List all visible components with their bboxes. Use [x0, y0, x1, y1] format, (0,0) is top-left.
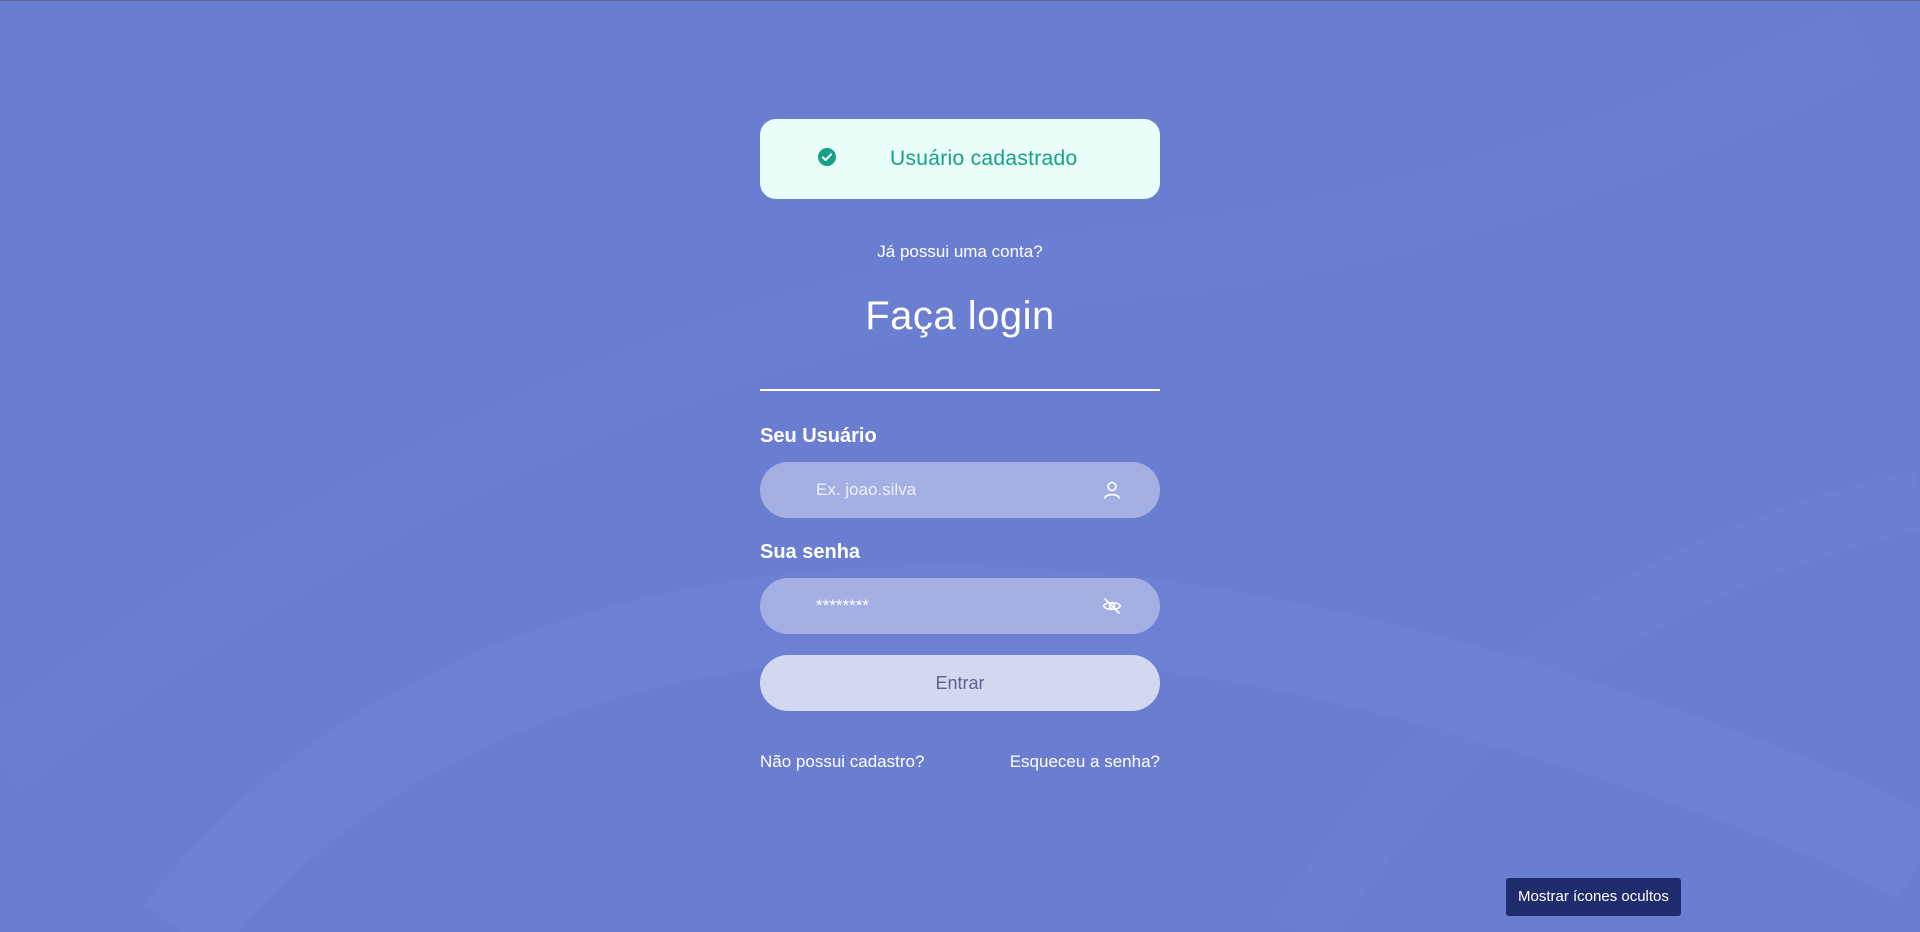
success-toast: Usuário cadastrado — [760, 119, 1160, 199]
login-button[interactable]: Entrar — [760, 655, 1160, 711]
title-divider — [760, 389, 1160, 391]
check-circle-icon — [818, 148, 836, 166]
forgot-password-link[interactable]: Esqueceu a senha? — [1010, 752, 1160, 772]
toast-message: Usuário cadastrado — [890, 147, 1078, 170]
password-value: ******** — [816, 596, 869, 615]
username-placeholder: Ex. joao.silva — [816, 480, 917, 499]
page-title: Faça login — [865, 294, 1055, 338]
password-label: Sua senha — [760, 541, 861, 563]
show-hidden-icons-tooltip: Mostrar ícones ocultos — [1506, 878, 1681, 916]
username-input[interactable]: Ex. joao.silva — [760, 462, 1160, 518]
register-link[interactable]: Não possui cadastro? — [760, 752, 924, 772]
username-label: Seu Usuário — [760, 425, 877, 447]
login-prompt: Já possui uma conta? — [877, 242, 1043, 261]
user-icon — [1104, 481, 1120, 499]
password-input[interactable]: ******** — [760, 578, 1160, 634]
eye-off-icon[interactable] — [1102, 596, 1122, 616]
